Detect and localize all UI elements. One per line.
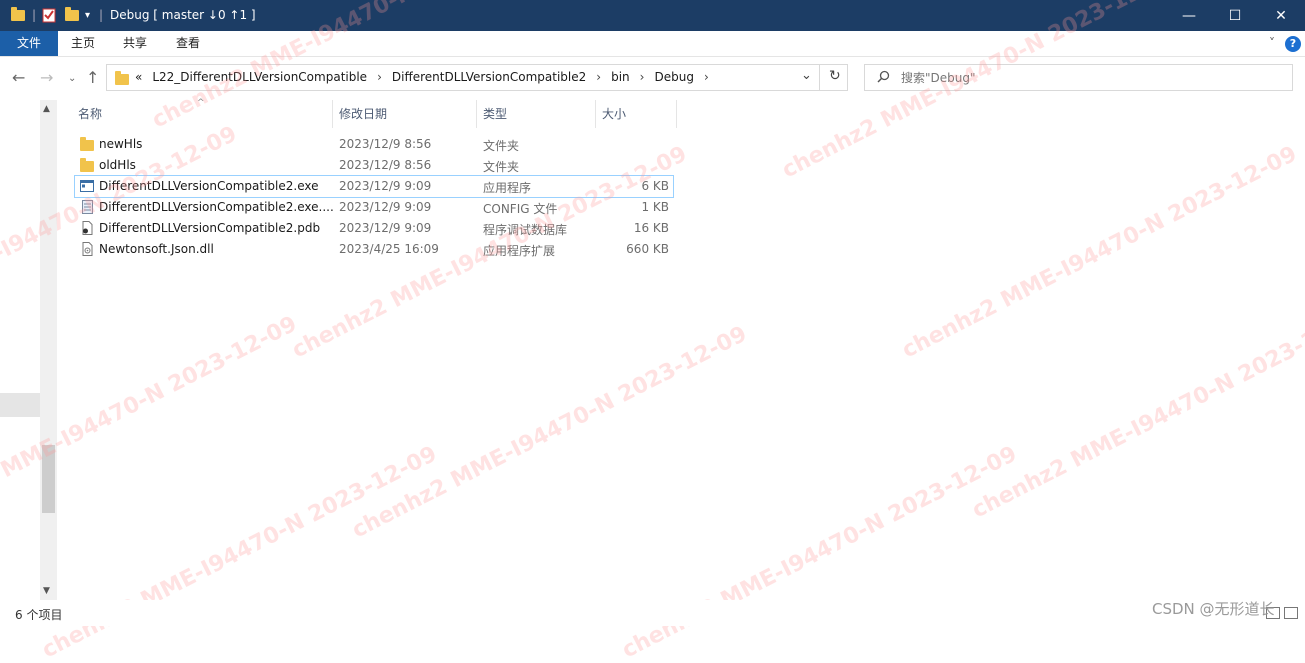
exe-icon: [80, 179, 94, 193]
folder-app-icon: [11, 6, 25, 24]
file-name: DifferentDLLVersionCompatible2.pdb: [99, 221, 321, 235]
title-bar: | ▾ | Debug [ master ↓0 ↑1 ] — ☐ ✕: [0, 0, 1305, 31]
tab-file[interactable]: 文件: [0, 31, 58, 56]
back-arrow-icon[interactable]: ←: [12, 68, 25, 87]
file-list: newHls 2023/12/9 8:56 文件夹 oldHls 2023/12…: [74, 134, 674, 260]
breadcrumb-overflow[interactable]: «: [135, 70, 142, 84]
file-date: 2023/12/9 8:56: [339, 137, 432, 151]
pdb-icon: [80, 221, 94, 235]
customize-toolbar-icon[interactable]: ▾: [85, 6, 90, 24]
forward-arrow-icon[interactable]: →: [40, 68, 53, 87]
file-type: 文件夹: [483, 160, 520, 174]
chevron-right-icon[interactable]: ›: [596, 70, 601, 84]
refresh-icon[interactable]: ↻: [829, 68, 841, 84]
file-name: Newtonsoft.Json.dll: [99, 242, 214, 256]
address-dropdown-icon[interactable]: ⌄: [801, 68, 812, 83]
close-button[interactable]: ✕: [1258, 0, 1304, 31]
ribbon: 文件 主页 共享 查看 ˅ ?: [0, 31, 1305, 57]
dll-icon: [80, 242, 94, 256]
file-name: DifferentDLLVersionCompatible2.exe: [99, 179, 319, 193]
file-row[interactable]: Newtonsoft.Json.dll 2023/4/25 16:09 应用程序…: [75, 239, 673, 260]
watermark-text: chenhz2 MME-I94470-N 2023-12-09: [38, 441, 442, 663]
file-date: 2023/12/9 8:56: [339, 158, 432, 172]
watermark-text: chenhz2 MME-I94470-N 2023-12-09: [968, 301, 1305, 524]
column-header-date[interactable]: 修改日期: [333, 100, 477, 128]
chevron-right-icon[interactable]: ›: [377, 70, 382, 84]
up-arrow-icon[interactable]: ↑: [86, 68, 99, 87]
column-header-type[interactable]: 类型: [477, 100, 596, 128]
watermark-text: chenhz2 MME-I94470-N 2023-12-09: [898, 141, 1302, 364]
file-type: 应用程序: [483, 181, 532, 195]
toolbar-separator: |: [99, 8, 104, 22]
file-type: 文件夹: [483, 139, 520, 153]
chevron-right-icon[interactable]: ›: [640, 70, 645, 84]
help-glyph: ?: [1285, 36, 1301, 52]
recent-locations-icon[interactable]: ⌄: [68, 73, 76, 84]
divider: [819, 65, 820, 90]
tab-home[interactable]: 主页: [60, 31, 106, 56]
file-size: 1 KB: [641, 200, 669, 214]
file-name: DifferentDLLVersionCompatible2.exe....: [99, 200, 334, 214]
nav-item-selected[interactable]: [0, 393, 40, 417]
tab-share[interactable]: 共享: [112, 31, 158, 56]
folder-icon: [80, 158, 94, 172]
file-name: newHls: [99, 137, 143, 151]
chevron-right-icon[interactable]: ›: [704, 70, 709, 84]
breadcrumb-item[interactable]: L22_DifferentDLLVersionCompatible: [152, 70, 367, 84]
file-row-selected[interactable]: DifferentDLLVersionCompatible2.exe 2023/…: [74, 175, 674, 198]
new-folder-icon[interactable]: [65, 6, 79, 24]
breadcrumb-item[interactable]: DifferentDLLVersionCompatible2: [392, 70, 586, 84]
large-icons-view-icon[interactable]: [1284, 607, 1298, 619]
file-row[interactable]: newHls 2023/12/9 8:56 文件夹: [75, 134, 673, 155]
search-icon: [877, 70, 890, 87]
file-name: oldHls: [99, 158, 136, 172]
ribbon-collapse-icon[interactable]: ˅: [1262, 31, 1282, 56]
file-row[interactable]: DifferentDLLVersionCompatible2.exe.... 2…: [75, 197, 673, 218]
address-bar[interactable]: « L22_DifferentDLLVersionCompatible › Di…: [106, 64, 848, 91]
maximize-button[interactable]: ☐: [1212, 0, 1258, 31]
toolbar-separator: |: [32, 8, 37, 22]
window-title: Debug [ master ↓0 ↑1 ]: [110, 8, 256, 22]
navigation-pane[interactable]: [0, 100, 40, 600]
file-date: 2023/12/9 9:09: [339, 179, 432, 193]
help-icon[interactable]: ?: [1284, 31, 1302, 56]
file-row[interactable]: DifferentDLLVersionCompatible2.pdb 2023/…: [75, 218, 673, 239]
scroll-up-icon[interactable]: ▲: [43, 104, 50, 114]
file-type: CONFIG 文件: [483, 202, 558, 216]
tab-view[interactable]: 查看: [165, 31, 211, 56]
properties-icon[interactable]: [42, 6, 56, 24]
file-date: 2023/12/9 9:09: [339, 221, 432, 235]
column-header-name[interactable]: 名称: [72, 100, 333, 128]
breadcrumb-item[interactable]: Debug: [654, 70, 693, 84]
file-row[interactable]: oldHls 2023/12/9 8:56 文件夹: [75, 155, 673, 176]
breadcrumb-item[interactable]: bin: [611, 70, 630, 84]
scroll-down-icon[interactable]: ▼: [43, 586, 50, 596]
config-icon: [80, 200, 94, 214]
breadcrumb: « L22_DifferentDLLVersionCompatible › Di…: [135, 70, 719, 84]
nav-scrollbar[interactable]: ▲ ▼: [40, 100, 57, 600]
watermark-text: chenhz2 MME-I94470-N 2023-12-09: [618, 441, 1022, 663]
scrollbar-thumb[interactable]: [42, 445, 55, 513]
file-date: 2023/4/25 16:09: [339, 242, 439, 256]
file-size: 660 KB: [626, 242, 669, 256]
search-box[interactable]: [864, 64, 1293, 91]
address-row: ← → ⌄ ↑ « L22_DifferentDLLVersionCompati…: [0, 56, 1305, 100]
file-size: 6 KB: [641, 179, 669, 193]
folder-icon: [115, 71, 129, 85]
item-count: 6 个项目: [15, 608, 63, 622]
csdn-watermark: CSDN @无形道长: [1152, 600, 1275, 618]
file-type: 应用程序扩展: [483, 244, 556, 258]
file-date: 2023/12/9 9:09: [339, 200, 432, 214]
folder-icon: [80, 137, 94, 151]
minimize-button[interactable]: —: [1166, 0, 1212, 31]
status-bar: 6 个项目: [0, 600, 1305, 626]
column-header-size[interactable]: 大小: [596, 100, 677, 128]
search-input[interactable]: [901, 69, 1281, 86]
file-size: 16 KB: [633, 221, 669, 235]
watermark-text: chenhz2 MME-I94470-N 2023-12-09: [348, 321, 752, 544]
file-type: 程序调试数据库: [483, 223, 568, 237]
